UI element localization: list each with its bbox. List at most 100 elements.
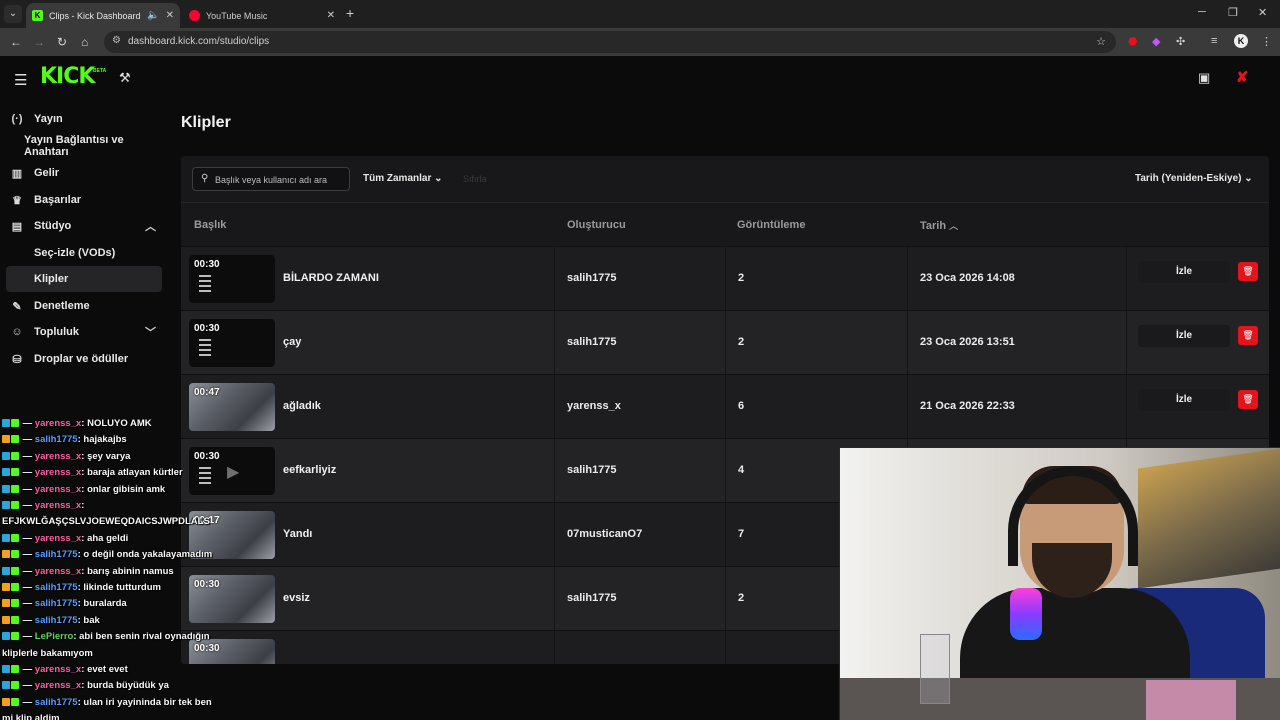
speaker-icon[interactable]: 🔈 bbox=[147, 10, 159, 21]
clip-creator[interactable]: salih1775 bbox=[567, 336, 617, 348]
clip-creator[interactable]: salih1775 bbox=[567, 272, 617, 284]
browser-menu-icon[interactable]: ⋮ bbox=[1261, 35, 1272, 48]
tab-search-icon[interactable]: ⌄ bbox=[4, 5, 22, 23]
clip-creator[interactable]: salih1775 bbox=[567, 464, 617, 476]
sidebar-item-vods[interactable]: Seç-izle (VODs) bbox=[6, 240, 162, 266]
sidebar-item-droplar[interactable]: ⛁ Droplar ve ödüller bbox=[6, 346, 162, 372]
clip-creator[interactable]: 07musticanO7 bbox=[567, 528, 642, 540]
clip-title[interactable]: BİLARDO ZAMANI bbox=[283, 272, 379, 284]
sidebar-item-gelir[interactable]: ▥ Gelir bbox=[6, 160, 162, 186]
clip-creator[interactable]: salih1775 bbox=[567, 592, 617, 604]
webcam-rgb-lamp bbox=[1010, 588, 1042, 640]
column-header-creator[interactable]: Oluşturucu bbox=[567, 219, 626, 231]
clip-title[interactable]: çay bbox=[283, 336, 301, 348]
site-info-icon[interactable]: ⚙ bbox=[112, 35, 121, 46]
sidebar-item-stream-key[interactable]: Yayın Bağlantısı ve Anahtarı bbox=[6, 133, 162, 159]
browser-tab-kick[interactable]: K Clips - Kick Dashboard 🔈 ✕ bbox=[26, 3, 180, 28]
chat-badge-icon bbox=[2, 665, 10, 673]
clip-views: 7 bbox=[738, 528, 745, 540]
sidebar: (·) Yayın Yayın Bağlantısı ve Anahtarı ▥… bbox=[0, 100, 172, 410]
youtube-music-favicon-icon bbox=[189, 10, 200, 21]
stream-preview-icon[interactable]: ▣ bbox=[1198, 70, 1210, 86]
clip-title[interactable]: evsiz bbox=[283, 592, 310, 604]
table-row[interactable]: 00:30 çay salih1775 2 23 Oca 2026 13:51 İzle 🗑 bbox=[181, 310, 1269, 375]
clip-thumbnail[interactable]: ▶ 00:30 bbox=[189, 447, 275, 495]
trash-icon: 🗑 bbox=[1242, 330, 1254, 340]
chat-badge-icon bbox=[2, 501, 10, 509]
clip-title[interactable]: Yandı bbox=[283, 528, 312, 540]
column-header-title[interactable]: Başlık bbox=[194, 219, 226, 231]
clip-duration: 00:30 bbox=[194, 643, 220, 654]
chat-nick: yarenss_x bbox=[34, 680, 82, 692]
table-row[interactable]: 00:30 BİLARDO ZAMANI salih1775 2 23 Oca 2026… bbox=[181, 246, 1269, 311]
profile-avatar[interactable]: K bbox=[1234, 34, 1248, 48]
kick-logo[interactable]: KICK bbox=[40, 64, 95, 89]
home-icon[interactable]: ⌂ bbox=[81, 35, 88, 49]
extension-red-icon[interactable]: ⬣ bbox=[1128, 35, 1138, 48]
hammer-icon[interactable]: ⚒ bbox=[119, 70, 131, 86]
sidebar-item-klipler[interactable]: Klipler bbox=[6, 266, 162, 292]
clip-duration: 00:30 bbox=[194, 579, 220, 590]
clip-title[interactable]: eefkarliyiz bbox=[283, 464, 336, 476]
watch-button[interactable]: İzle bbox=[1138, 261, 1230, 283]
reload-icon[interactable]: ↻ bbox=[57, 35, 67, 49]
url-text[interactable]: dashboard.kick.com/studio/clips bbox=[128, 36, 269, 47]
forward-icon[interactable]: → bbox=[33, 35, 45, 49]
user-avatar-icon[interactable]: ✘ bbox=[1236, 68, 1249, 86]
sidebar-item-label: Gelir bbox=[34, 167, 60, 179]
clip-thumbnail[interactable]: 00:30 bbox=[189, 319, 275, 367]
column-divider bbox=[907, 375, 908, 439]
chart-icon: ▥ bbox=[11, 167, 23, 180]
clip-thumbnail[interactable]: 00:30 bbox=[189, 639, 275, 664]
sidebar-item-basarilar[interactable]: ♛ Başarılar bbox=[6, 187, 162, 213]
column-header-views[interactable]: Görüntüleme bbox=[737, 219, 805, 231]
media-controls-icon[interactable]: ≡ bbox=[1211, 35, 1217, 47]
chat-message: — yarenss_x: barış abinin namus bbox=[2, 566, 174, 577]
delete-clip-button[interactable]: 🗑 bbox=[1238, 390, 1258, 409]
clip-thumbnail[interactable]: 00:47 bbox=[189, 383, 275, 431]
column-header-date[interactable]: Tarih ︿ bbox=[920, 219, 958, 232]
delete-clip-button[interactable]: 🗑 bbox=[1238, 326, 1258, 345]
address-bar[interactable]: ⚙ dashboard.kick.com/studio/clips ☆ bbox=[104, 31, 1116, 53]
delete-clip-button[interactable]: 🗑 bbox=[1238, 262, 1258, 281]
clip-title[interactable]: ağladık bbox=[283, 400, 321, 412]
hamburger-menu-icon[interactable]: ☰ bbox=[14, 71, 27, 89]
minimize-icon[interactable]: ─ bbox=[1198, 6, 1206, 18]
reset-filter-button[interactable]: Sıfırla bbox=[463, 174, 487, 184]
clip-creator[interactable]: yarenss_x bbox=[567, 400, 621, 412]
bookmark-star-icon[interactable]: ☆ bbox=[1096, 35, 1106, 48]
chevron-down-icon: ⌄ bbox=[1244, 173, 1253, 184]
search-input[interactable] bbox=[215, 172, 345, 187]
chat-message: — yarenss_x: aha geldi bbox=[2, 533, 128, 544]
chat-message: — salih1775: hajakajbs bbox=[2, 434, 127, 445]
watch-button[interactable]: İzle bbox=[1138, 389, 1230, 411]
clip-thumbnail[interactable]: 00:30 bbox=[189, 575, 275, 623]
sidebar-item-topluluk[interactable]: ☺ Topluluk ﹀ bbox=[6, 319, 162, 345]
chat-nick: yarenss_x bbox=[34, 532, 82, 544]
chat-badge-icon bbox=[11, 550, 19, 559]
sidebar-item-yayin[interactable]: (·) Yayın bbox=[6, 106, 162, 132]
browser-tab-youtube-music[interactable]: YouTube Music ✕ bbox=[183, 3, 341, 28]
clip-thumbnail[interactable]: 00:30 bbox=[189, 255, 275, 303]
restore-icon[interactable]: ❐ bbox=[1228, 6, 1238, 19]
extension-purple-icon[interactable]: ◆ bbox=[1152, 35, 1160, 48]
chat-nick: yarenss_x bbox=[34, 450, 82, 462]
new-tab-icon[interactable]: + bbox=[346, 5, 354, 21]
back-icon[interactable]: ← bbox=[10, 35, 22, 49]
search-box[interactable]: ⚲ bbox=[192, 167, 350, 191]
sort-dropdown[interactable]: Tarih (Yeniden-Eskiye) ⌄ bbox=[1135, 173, 1253, 184]
window-close-icon[interactable]: ✕ bbox=[1258, 6, 1267, 19]
tab-close-icon[interactable]: ✕ bbox=[327, 10, 335, 21]
chat-badge-icon bbox=[2, 484, 10, 493]
sidebar-item-denetleme[interactable]: ✎ Denetleme bbox=[6, 293, 162, 319]
sidebar-item-studyo[interactable]: ▤ Stüdyo ︿ bbox=[6, 213, 162, 239]
table-row[interactable]: 00:47 ağladık yarenss_x 6 21 Oca 2026 22:33 İ… bbox=[181, 374, 1269, 439]
chat-nick: salih1775 bbox=[34, 549, 78, 561]
tab-close-icon[interactable]: ✕ bbox=[166, 10, 174, 21]
play-icon[interactable]: ▶ bbox=[227, 462, 239, 482]
chat-badge-icon bbox=[11, 501, 19, 509]
watch-button[interactable]: İzle bbox=[1138, 325, 1230, 347]
extensions-puzzle-icon[interactable]: ✣ bbox=[1176, 35, 1185, 48]
clip-duration: 00:30 bbox=[194, 259, 220, 270]
time-filter-dropdown[interactable]: Tüm Zamanlar ⌄ bbox=[363, 173, 443, 184]
